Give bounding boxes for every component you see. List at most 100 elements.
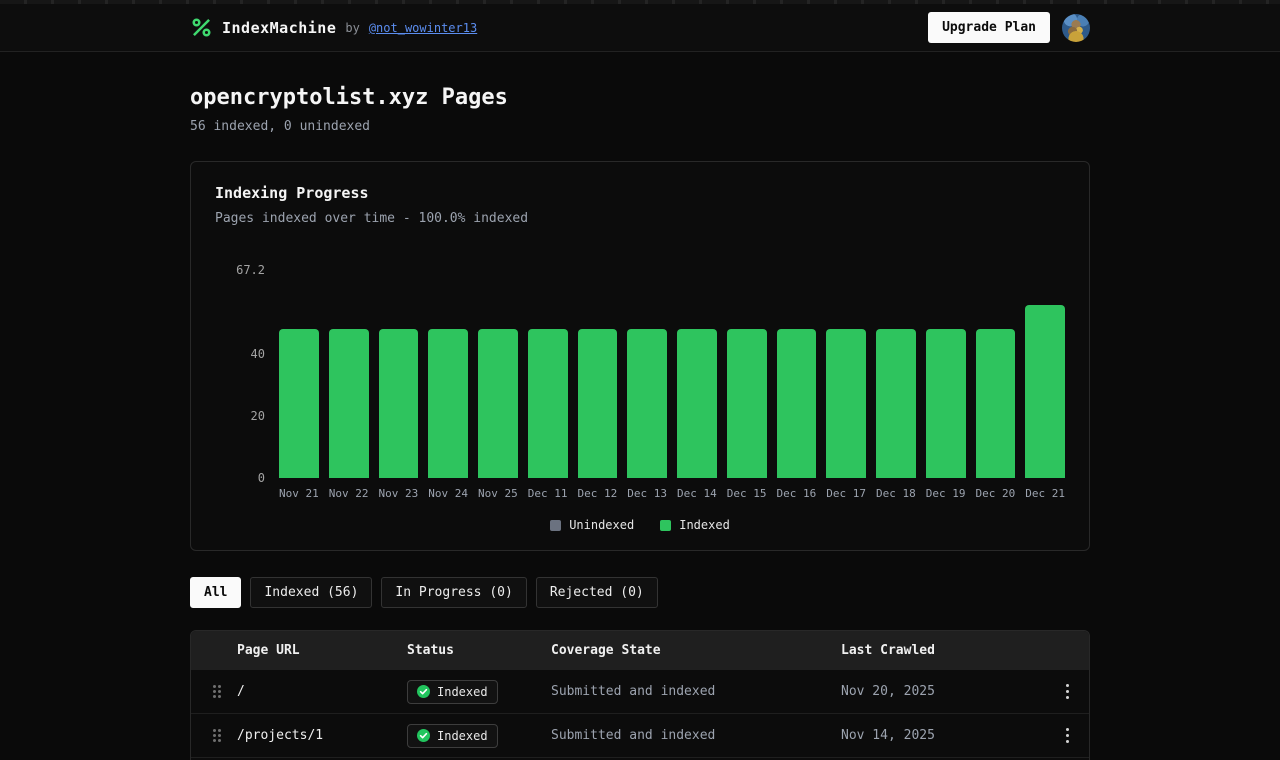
filter-tab-all[interactable]: All <box>190 577 241 608</box>
x-axis-label: Nov 25 <box>478 487 518 500</box>
app-title: IndexMachine <box>222 19 336 37</box>
bar-indexed[interactable] <box>627 329 667 478</box>
bar-group[interactable] <box>379 270 419 478</box>
bar-group[interactable] <box>279 270 319 478</box>
x-axis-label: Dec 18 <box>876 487 916 500</box>
page-title: opencryptolist.xyz Pages <box>190 85 1090 110</box>
bar-group[interactable] <box>478 270 518 478</box>
y-axis-tick: 67.2 <box>236 263 265 277</box>
upgrade-plan-button[interactable]: Upgrade Plan <box>928 12 1050 43</box>
bar-indexed[interactable] <box>926 329 966 478</box>
x-axis-label: Dec 20 <box>976 487 1016 500</box>
bar-indexed[interactable] <box>876 329 916 478</box>
filter-tabs: All Indexed (56) In Progress (0) Rejected (… <box>190 577 1090 608</box>
bar-group[interactable] <box>926 270 966 478</box>
bar-group[interactable] <box>428 270 468 478</box>
kebab-menu-icon[interactable] <box>1066 734 1069 737</box>
coverage-state: Submitted and indexed <box>551 684 841 699</box>
bar-group[interactable] <box>727 270 767 478</box>
bar-indexed[interactable] <box>578 329 618 478</box>
check-circle-icon <box>417 729 430 742</box>
author-link[interactable]: @not_wowinter13 <box>369 21 477 35</box>
x-axis-label: Dec 12 <box>578 487 618 500</box>
table-row[interactable]: / Indexed Submitted and indexedNov 20, 202… <box>191 669 1089 713</box>
byline-label: by <box>345 21 359 35</box>
bar-indexed[interactable] <box>976 329 1016 478</box>
status-label: Indexed <box>437 729 488 743</box>
bar-group[interactable] <box>826 270 866 478</box>
bar-indexed[interactable] <box>528 329 568 478</box>
bar-plot <box>279 270 1065 478</box>
x-axis-label: Nov 24 <box>428 487 468 500</box>
chart-legend: Unindexed Indexed <box>215 518 1065 532</box>
user-avatar[interactable] <box>1062 14 1090 42</box>
column-header-coverage-state: Coverage State <box>551 643 841 658</box>
status-label: Indexed <box>437 685 488 699</box>
x-axis-label: Dec 14 <box>677 487 717 500</box>
page-subtitle: 56 indexed, 0 unindexed <box>190 119 1090 134</box>
bar-indexed[interactable] <box>478 329 518 478</box>
last-crawled-date: Nov 20, 2025 <box>841 684 1045 699</box>
bar-indexed[interactable] <box>1025 305 1065 478</box>
bar-indexed[interactable] <box>428 329 468 478</box>
x-axis-label: Dec 16 <box>777 487 817 500</box>
status-badge: Indexed <box>407 724 498 748</box>
bar-indexed[interactable] <box>677 329 717 478</box>
drag-handle-cell <box>191 685 237 698</box>
chart-title: Indexing Progress <box>215 184 1065 202</box>
column-header-status: Status <box>407 643 551 658</box>
navbar: IndexMachine by @not_wowinter13 Upgrade … <box>0 4 1280 52</box>
bar-indexed[interactable] <box>727 329 767 478</box>
page-url: / <box>237 684 407 699</box>
filter-tab-in-progress-0[interactable]: In Progress (0) <box>381 577 526 608</box>
x-axis: Nov 21Nov 22Nov 23Nov 24Nov 25Dec 11Dec … <box>279 487 1065 500</box>
filter-tab-indexed-56[interactable]: Indexed (56) <box>250 577 372 608</box>
percent-logo-icon <box>190 16 213 39</box>
bar-indexed[interactable] <box>826 329 866 478</box>
drag-handle-icon[interactable] <box>213 729 216 732</box>
bar-group[interactable] <box>578 270 618 478</box>
bar-group[interactable] <box>677 270 717 478</box>
coverage-state: Submitted and indexed <box>551 728 841 743</box>
filter-tab-rejected-0[interactable]: Rejected (0) <box>536 577 658 608</box>
chart-subtitle: Pages indexed over time - 100.0% indexed <box>215 211 1065 226</box>
legend-swatch-icon <box>550 520 561 531</box>
table-header: Page URLStatusCoverage StateLast Crawled <box>191 631 1089 669</box>
column-header-last-crawled: Last Crawled <box>841 643 1045 658</box>
indexing-progress-card: Indexing Progress Pages indexed over tim… <box>190 161 1090 551</box>
main-content: opencryptolist.xyz Pages 56 indexed, 0 u… <box>190 85 1090 760</box>
legend-label: Unindexed <box>569 518 634 532</box>
bar-group[interactable] <box>329 270 369 478</box>
drag-handle-icon[interactable] <box>213 685 216 688</box>
bar-group[interactable] <box>777 270 817 478</box>
legend-label: Indexed <box>679 518 730 532</box>
table-row[interactable]: /projects/1IndexedSubmitted and indexedN… <box>191 713 1089 757</box>
bar-indexed[interactable] <box>329 329 369 478</box>
x-axis-label: Dec 17 <box>826 487 866 500</box>
last-crawled-date: Nov 14, 2025 <box>841 728 1045 743</box>
bar-group[interactable] <box>976 270 1016 478</box>
y-axis-tick: 0 <box>258 471 265 485</box>
row-menu-cell <box>1045 690 1089 693</box>
x-axis-label: Nov 21 <box>279 487 319 500</box>
legend-swatch-icon <box>660 520 671 531</box>
bar-group[interactable] <box>627 270 667 478</box>
bar-group[interactable] <box>1025 270 1065 478</box>
column-header-page-url: Page URL <box>237 643 407 658</box>
x-axis-label: Dec 15 <box>727 487 767 500</box>
x-axis-label: Dec 21 <box>1025 487 1065 500</box>
x-axis-label: Dec 19 <box>926 487 966 500</box>
bar-group[interactable] <box>528 270 568 478</box>
status-badge: Indexed <box>407 680 498 704</box>
legend-item-unindexed: Unindexed <box>550 518 634 532</box>
bar-indexed[interactable] <box>379 329 419 478</box>
bar-group[interactable] <box>876 270 916 478</box>
bar-indexed[interactable] <box>777 329 817 478</box>
check-circle-icon <box>417 685 430 698</box>
bar-indexed[interactable] <box>279 329 319 478</box>
status-cell: Indexed <box>407 680 551 704</box>
x-axis-label: Dec 11 <box>528 487 568 500</box>
x-axis-label: Nov 22 <box>329 487 369 500</box>
kebab-menu-icon[interactable] <box>1066 690 1069 693</box>
y-axis-tick: 40 <box>251 347 265 361</box>
